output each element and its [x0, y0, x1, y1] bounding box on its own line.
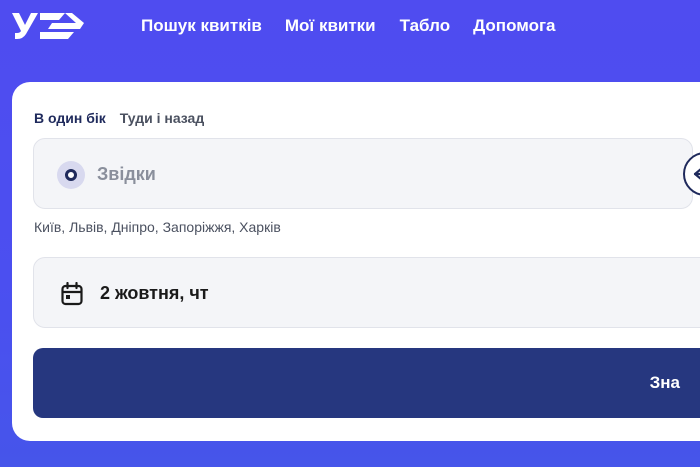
- uz-logo[interactable]: [10, 10, 88, 42]
- search-button[interactable]: Зна: [33, 348, 700, 418]
- top-header: Пошук квитків Мої квитки Табло Допомога: [0, 0, 700, 52]
- date-value: 2 жовтня, чт: [100, 283, 209, 303]
- main-nav: Пошук квитків Мої квитки Табло Допомога: [141, 14, 556, 38]
- search-card: В один бік Туди і назад Київ, Львів, Дні…: [12, 82, 700, 441]
- tab-one-way[interactable]: В один бік: [34, 110, 106, 126]
- from-input[interactable]: [97, 161, 597, 187]
- search-button-label: Зна: [649, 373, 680, 392]
- trip-type-tabs: В один бік Туди і назад: [34, 110, 204, 126]
- origin-point-icon: [57, 161, 85, 189]
- popular-cities[interactable]: Київ, Львів, Дніпро, Запоріжжя, Харків: [34, 219, 281, 235]
- nav-help[interactable]: Допомога: [473, 14, 555, 38]
- nav-board[interactable]: Табло: [400, 14, 450, 38]
- date-field[interactable]: 2 жовтня, чт: [33, 257, 700, 328]
- tab-round-trip[interactable]: Туди і назад: [120, 110, 204, 126]
- nav-my-tickets[interactable]: Мої квитки: [285, 14, 376, 38]
- calendar-icon: [61, 282, 83, 306]
- nav-search-tickets[interactable]: Пошук квитків: [141, 14, 262, 38]
- swap-arrows-icon: [693, 168, 700, 180]
- from-field[interactable]: [33, 138, 693, 209]
